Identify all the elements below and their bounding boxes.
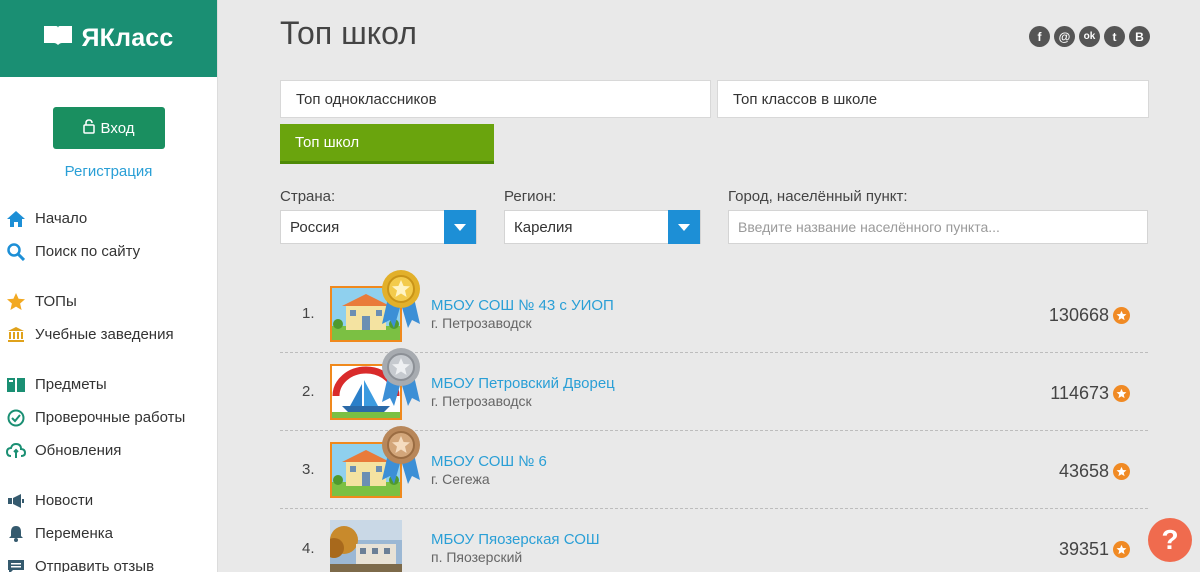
sidebar-item-label: Проверочные работы [35, 409, 186, 426]
school-name-link[interactable]: МБОУ Петровский Дворец [431, 375, 615, 392]
score: 114673 [1050, 383, 1130, 404]
bronze-medal-icon [382, 425, 420, 484]
school-photo[interactable] [324, 520, 402, 572]
school-name-link[interactable]: МБОУ СОШ № 6 [431, 453, 547, 470]
feedback-icon [6, 557, 26, 572]
sidebar-item-tests[interactable]: Проверочные работы [0, 401, 217, 434]
login-label: Вход [100, 119, 135, 137]
score-value: 114673 [1050, 383, 1109, 403]
star-badge-icon [1113, 463, 1130, 480]
school-city: п. Пяозерский [431, 549, 523, 565]
score-value: 130668 [1048, 305, 1109, 325]
sidebar-item-label: Обновления [35, 442, 122, 459]
table-row: 3. МБОУ СОШ № 6 г. Сегежа 43658 [280, 425, 1148, 509]
logo-bar: ЯКласс [0, 0, 217, 77]
chevron-down-icon [668, 210, 700, 244]
table-row: 4. МБОУ Пяозерская СОШ п. Пяозерский 393… [280, 509, 1148, 572]
sidebar-item-subjects[interactable]: Предметы [0, 368, 217, 401]
sidebar-item-home[interactable]: Начало [0, 202, 217, 235]
vk-icon[interactable]: В [1129, 26, 1150, 47]
login-button[interactable]: Вход [52, 107, 165, 149]
sidebar-item-institutions[interactable]: Учебные заведения [0, 318, 217, 351]
rank: 4. [302, 539, 315, 557]
cloud-sync-icon [6, 441, 26, 461]
region-label: Регион: [504, 188, 557, 205]
score: 43658 [1059, 461, 1130, 482]
help-button[interactable]: ? [1148, 518, 1192, 562]
score: 130668 [1049, 305, 1130, 326]
sidebar-item-news[interactable]: Новости [0, 484, 217, 517]
school-image[interactable] [330, 269, 420, 342]
sidebar-item-break[interactable]: Переменка [0, 517, 217, 550]
school-image[interactable] [330, 425, 420, 498]
tab-top-schools[interactable]: Топ школ [280, 124, 494, 164]
social-share: f @ ok t В [1029, 26, 1150, 47]
city-label: Город, населённый пункт: [728, 188, 908, 205]
sidebar: ЯКласс Вход Регистрация Начало Поиск по … [0, 0, 218, 572]
score-value: 39351 [1058, 539, 1109, 559]
school-city: г. Петрозаводск [431, 314, 532, 331]
sidebar-item-label: ТОПы [35, 293, 77, 310]
rank: 2. [302, 383, 315, 400]
home-icon [6, 209, 26, 229]
table-row: 2. МБОУ Петровский Дворец г. Петрозаводс… [280, 347, 1148, 431]
gold-medal-icon [382, 269, 420, 328]
star-badge-icon [1113, 385, 1130, 402]
score: 39351 [1059, 539, 1130, 560]
table-row: 1. МБОУ СОШ № 43 с УИОП г. Петрозаводск … [280, 269, 1148, 353]
rank: 3. [302, 461, 315, 478]
question-icon: ? [1161, 524, 1179, 555]
lock-icon [82, 118, 95, 138]
rank: 1. [302, 305, 315, 322]
star-icon [6, 292, 26, 312]
region-value: Карелия [514, 218, 573, 236]
school-name-link[interactable]: МБОУ Пяозерская СОШ [431, 531, 600, 548]
star-badge-icon [1113, 541, 1130, 558]
school-name-link[interactable]: МБОУ СОШ № 43 с УИОП [431, 297, 614, 314]
book-icon [43, 24, 73, 53]
check-circle-icon [6, 408, 26, 428]
sidebar-item-label: Начало [35, 210, 88, 227]
books-icon [6, 375, 26, 395]
sidebar-item-label: Поиск по сайту [35, 243, 141, 260]
search-icon [6, 242, 26, 262]
country-value: Россия [290, 218, 340, 236]
score-value: 43658 [1058, 461, 1109, 481]
school-city: г. Сегежа [431, 470, 490, 487]
register-link[interactable]: Регистрация [0, 163, 217, 180]
logo[interactable]: ЯКласс [43, 24, 173, 53]
school-list: 1. МБОУ СОШ № 43 с УИОП г. Петрозаводск … [280, 269, 1148, 572]
sidebar-item-tops[interactable]: ТОПы [0, 285, 217, 318]
sidebar-item-label: Предметы [35, 376, 107, 393]
city-input[interactable] [728, 210, 1148, 244]
sidebar-item-label: Переменка [35, 525, 113, 542]
sidebar-item-label: Новости [35, 492, 94, 509]
megaphone-icon [6, 491, 26, 511]
sidebar-item-updates[interactable]: Обновления [0, 434, 217, 467]
silver-medal-icon [382, 347, 420, 406]
country-select[interactable]: Россия [280, 210, 477, 244]
facebook-icon[interactable]: f [1029, 26, 1050, 47]
sidebar-item-feedback[interactable]: Отправить отзыв [0, 550, 217, 572]
chevron-down-icon [444, 210, 476, 244]
school-city: г. Петрозаводск [431, 392, 532, 409]
brand-name: ЯКласс [81, 24, 174, 52]
tab-top-classes[interactable]: Топ классов в школе [717, 80, 1149, 118]
odnoklassniki-icon[interactable]: ok [1079, 26, 1100, 47]
school-image[interactable] [330, 347, 420, 420]
page-title: Топ школ [280, 15, 417, 51]
institution-icon [6, 325, 26, 345]
sidebar-item-label: Отправить отзыв [35, 558, 155, 572]
sidebar-item-search[interactable]: Поиск по сайту [0, 235, 217, 268]
mail-icon[interactable]: @ [1054, 26, 1075, 47]
region-select[interactable]: Карелия [504, 210, 701, 244]
bell-icon [6, 524, 26, 544]
star-badge-icon [1113, 307, 1130, 324]
twitter-icon[interactable]: t [1104, 26, 1125, 47]
sidebar-nav: Начало Поиск по сайту ТОПы Учебные завед… [0, 202, 217, 572]
sidebar-item-label: Учебные заведения [35, 326, 174, 343]
country-label: Страна: [280, 188, 336, 205]
tab-top-classmates[interactable]: Топ одноклассников [280, 80, 711, 118]
